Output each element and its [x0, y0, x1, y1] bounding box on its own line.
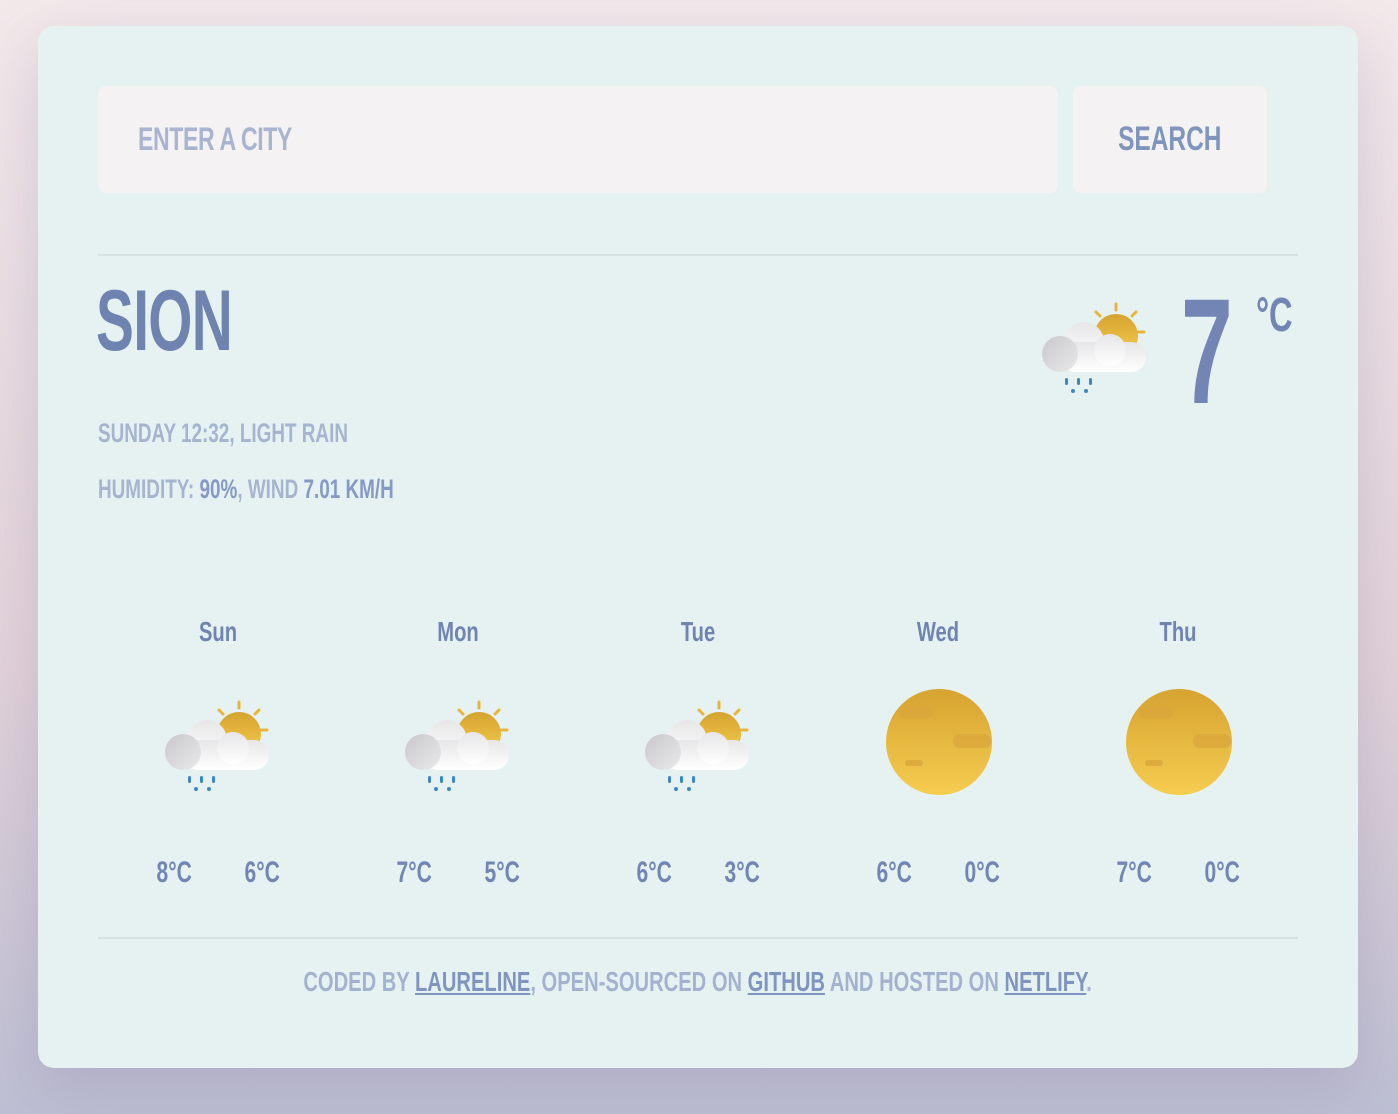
forecast-day-name: Thu — [1159, 616, 1197, 647]
forecast-day: Sun 8°C 6°C — [98, 616, 338, 906]
wind-label: , Wind — [237, 474, 304, 504]
forecast-day-name: Wed — [916, 616, 960, 647]
forecast-max-temp: 7°C — [1116, 856, 1152, 889]
netlify-link[interactable]: Netlify — [1005, 966, 1087, 997]
forecast-min-temp: 3°C — [724, 856, 760, 889]
github-link[interactable]: GitHub — [748, 966, 825, 997]
current-temperature: 7 — [1181, 267, 1233, 435]
city-search-input[interactable]: Enter a city — [98, 86, 1058, 193]
temperature-unit[interactable]: °C — [1256, 288, 1293, 343]
forecast-row: Sun 8°C 6°C Mon 7°C 5°C Tue 6°C 3°C Wed — [98, 616, 1298, 906]
forecast-max-temp: 7°C — [396, 856, 432, 889]
footer: Coded by Laureline, open-sourced on GitH… — [38, 966, 1358, 998]
rain-partly-cloudy-icon — [403, 700, 511, 793]
footer-text: and hosted on — [825, 966, 1005, 997]
forecast-day-name: Tue — [680, 616, 716, 647]
footer-divider — [98, 937, 1298, 939]
rain-partly-cloudy-icon — [163, 700, 271, 793]
forecast-day: Wed 6°C 0°C — [818, 616, 1058, 906]
forecast-max-temp: 6°C — [636, 856, 672, 889]
humidity-value: 90% — [199, 474, 238, 504]
search-button-label: Search — [1118, 120, 1222, 158]
footer-text: , open-sourced on — [530, 966, 749, 997]
city-name: Sion — [96, 273, 233, 369]
date-condition: Sunday 12:32, light rain — [98, 418, 348, 448]
clear-sun-icon — [886, 689, 992, 795]
forecast-min-temp: 0°C — [964, 856, 1000, 889]
search-button[interactable]: Search — [1073, 86, 1267, 193]
footer-text: Coded by — [303, 966, 416, 997]
weather-card: Enter a city Search Sion Sunday 12:32, l… — [38, 26, 1358, 1068]
wind-value: 7.01 km/h — [303, 474, 394, 504]
forecast-day: Thu 7°C 0°C — [1058, 616, 1298, 906]
forecast-min-temp: 0°C — [1204, 856, 1240, 889]
forecast-day-name: Sun — [198, 616, 238, 647]
humidity-wind: Humidity: 90%, Wind 7.01 km/h — [98, 474, 394, 505]
footer-text: . — [1086, 966, 1093, 997]
forecast-day: Tue 6°C 3°C — [578, 616, 818, 906]
humidity-label: Humidity: — [98, 474, 200, 504]
top-divider — [98, 254, 1298, 256]
forecast-day: Mon 7°C 5°C — [338, 616, 578, 906]
author-link[interactable]: Laureline — [415, 966, 530, 997]
forecast-min-temp: 5°C — [484, 856, 520, 889]
forecast-day-name: Mon — [437, 616, 479, 647]
rain-partly-cloudy-icon — [1040, 302, 1148, 395]
forecast-max-temp: 6°C — [876, 856, 912, 889]
search-placeholder: Enter a city — [138, 121, 292, 157]
rain-partly-cloudy-icon — [643, 700, 751, 793]
forecast-max-temp: 8°C — [156, 856, 192, 889]
forecast-min-temp: 6°C — [244, 856, 280, 889]
clear-sun-icon — [1126, 689, 1232, 795]
